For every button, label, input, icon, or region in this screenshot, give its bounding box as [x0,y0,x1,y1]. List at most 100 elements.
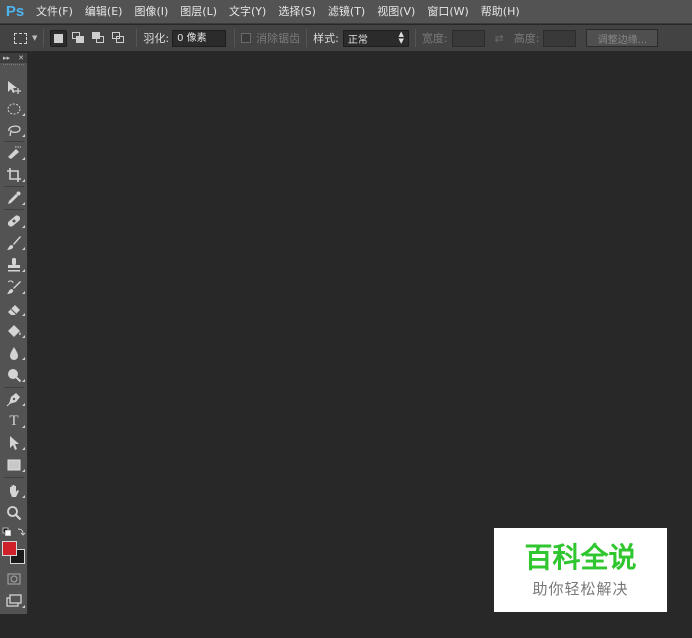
style-select[interactable]: 正常 ▲ ▼ [342,29,409,47]
type-tool[interactable]: T [0,411,28,431]
zoom-tool[interactable] [0,503,28,523]
separator [136,29,138,47]
history-brush-icon [7,280,21,294]
expand-panel-icon[interactable]: ▸▸ [3,53,10,63]
separator [306,29,308,47]
swap-dimensions-icon[interactable]: ⇄ [495,32,504,45]
history-brush-tool[interactable] [0,277,28,297]
paint-bucket-icon [8,325,21,337]
menu-image[interactable]: 图像(I) [128,0,174,24]
intersect-selection-button[interactable] [110,30,127,47]
quick-mask-icon [7,573,21,585]
path-selection-tool[interactable] [0,433,28,453]
quick-mask-button[interactable] [0,569,28,589]
rectangular-marquee-icon [14,32,27,44]
eraser-icon [8,305,20,315]
menu-type[interactable]: 文字(Y) [223,0,272,24]
chevron-down-icon: ▼ [32,34,38,42]
height-label: 高度: [513,32,540,45]
color-controls [2,527,26,537]
menu-bar: Ps 文件(F) 编辑(E) 图像(I) 图层(L) 文字(Y) 选择(S) 滤… [0,0,692,24]
new-selection-icon [54,33,64,43]
magnifier-icon [7,506,22,521]
droplet-icon [10,347,18,360]
watermark-subtitle: 助你轻松解决 [532,580,629,598]
pen-tool[interactable] [0,389,28,409]
photoshop-logo: Ps [5,3,25,20]
toolbox-header: ▸▸ ✕ [0,53,27,63]
style-label: 样式: [313,32,339,45]
status-strip [0,614,29,638]
menu-filter[interactable]: 滤镜(T) [322,0,371,24]
eyedropper-tool[interactable] [0,188,28,208]
menu-file[interactable]: 文件(F) [30,0,79,24]
feather-label: 羽化: [143,32,170,45]
bandage-icon [7,215,21,227]
elliptical-marquee-icon [7,103,21,115]
watermark-title: 百科全说 [524,541,637,574]
menu-help[interactable]: 帮助(H) [475,0,526,24]
menu-layer[interactable]: 图层(L) [174,0,223,24]
shape-tool[interactable] [0,455,28,475]
clone-stamp-tool[interactable] [0,255,28,275]
intersect-selection-icon [112,32,125,44]
menu-window[interactable]: 窗口(W) [421,0,474,24]
menu-select[interactable]: 选择(S) [272,0,322,24]
paint-bucket-tool[interactable] [0,321,28,341]
crop-icon [7,168,21,182]
separator [4,186,24,187]
move-tool[interactable] [0,77,28,97]
separator [234,29,236,47]
blur-tool[interactable] [0,343,28,363]
lasso-icon [8,125,21,137]
height-input[interactable] [543,29,577,47]
options-bar: ▼ 羽化: 0 像素 消除锯齿 样式: 正常 ▲ ▼ 宽度: ⇄ 高度: 调整边缘… [0,25,692,52]
eraser-tool[interactable] [0,299,28,319]
foreground-color-swatch[interactable] [2,541,17,556]
default-colors-icon[interactable] [2,527,26,537]
brush-icon [7,236,21,250]
marquee-tool[interactable] [0,99,28,119]
style-select-value: 正常 [347,34,368,46]
feather-input[interactable]: 0 像素 [172,29,227,47]
updown-arrows-icon: ▲ ▼ [398,30,404,45]
separator [4,141,24,142]
screen-mode-button[interactable] [0,591,28,611]
panel-grip[interactable] [3,64,24,67]
pen-icon [6,393,20,407]
separator [43,29,45,47]
healing-brush-tool[interactable] [0,211,28,231]
antialias-checkbox[interactable] [241,33,252,43]
hand-icon [10,485,19,497]
add-to-selection-button[interactable] [70,30,87,47]
refine-edge-button[interactable]: 调整边缘... [586,29,659,47]
quick-selection-icon [8,146,21,159]
dodge-icon [8,369,22,383]
close-icon[interactable]: ✕ [18,53,24,63]
antialias-label: 消除锯齿 [256,32,301,45]
crop-tool[interactable] [0,165,28,185]
width-label: 宽度: [421,32,448,45]
quick-selection-tool[interactable] [0,143,28,163]
move-icon [8,81,21,94]
screen-mode-icon [6,594,22,607]
lasso-tool[interactable] [0,120,28,140]
subtract-from-selection-button[interactable] [90,30,107,47]
menu-view[interactable]: 视图(V) [371,0,421,24]
type-icon: T [9,412,19,429]
brush-tool[interactable] [0,233,28,253]
arrow-icon [10,436,19,450]
menu-edit[interactable]: 编辑(E) [79,0,129,24]
eyedropper-icon [8,191,21,204]
separator [4,209,24,210]
separator [4,477,24,478]
width-input[interactable] [451,29,485,47]
add-selection-icon [72,32,85,44]
dodge-tool[interactable] [0,365,28,385]
tool-preset-picker[interactable]: ▼ [14,32,38,44]
hand-tool[interactable] [0,481,28,501]
stamp-icon [8,258,20,272]
new-selection-button[interactable] [50,29,68,47]
separator [4,387,24,388]
watermark: 百科全说 助你轻松解决 [494,528,667,612]
